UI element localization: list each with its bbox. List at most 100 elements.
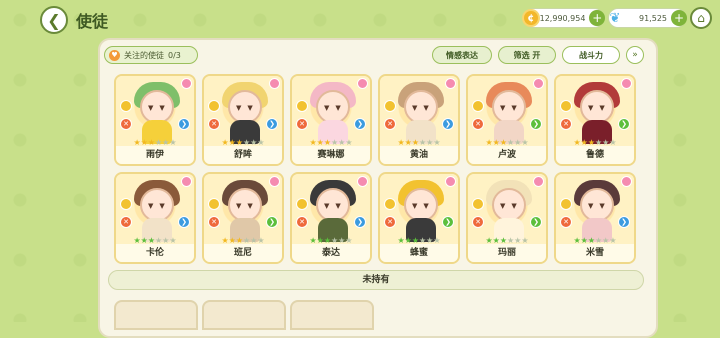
wing-gem-icon: ❦ — [609, 10, 621, 26]
character-card[interactable]: ▼▼ ✕ ❯ ★★★★★★ 舒眸 — [202, 74, 284, 166]
character-name: 卢波 — [468, 146, 546, 164]
element-icon: ❯ — [178, 118, 190, 130]
character-eyes: ▼▼ — [236, 104, 259, 112]
favorite-flower-icon[interactable] — [181, 176, 192, 187]
favorite-flower-icon[interactable] — [357, 176, 368, 187]
class-badge-icon — [296, 198, 308, 210]
follow-count: 0/3 — [168, 50, 181, 60]
class-badge-icon — [472, 198, 484, 210]
favorite-flower-icon[interactable] — [533, 78, 544, 89]
coin-icon: ¢ — [522, 9, 540, 27]
follow-label: 关注的使徒 — [124, 50, 164, 60]
element-icon: ❯ — [618, 216, 630, 228]
element-icon: ❯ — [266, 118, 278, 130]
back-button[interactable]: ❮ — [40, 6, 68, 34]
unowned-section-header[interactable]: 未持有 — [108, 270, 644, 290]
character-card[interactable]: ▼▼ ✕ ❯ ★★★★★★ 泰达 — [290, 172, 372, 264]
weapon-role-icon: ✕ — [296, 216, 308, 228]
weapon-role-icon: ✕ — [560, 216, 572, 228]
heart-icon: ♥ — [109, 49, 120, 61]
chevron-left-icon: ❮ — [47, 10, 61, 30]
class-badge-icon — [384, 100, 396, 112]
add-gold-button[interactable]: + — [589, 10, 605, 26]
element-icon: ❯ — [266, 216, 278, 228]
double-chevron-down-icon: » — [632, 50, 638, 60]
character-name: 玛丽 — [468, 244, 546, 262]
character-name: 鲁德 — [556, 146, 634, 164]
character-card[interactable]: ▼▼ ✕ ❯ ★★★★★★ 黄油 — [378, 74, 460, 166]
favorite-flower-icon[interactable] — [621, 176, 632, 187]
character-card[interactable]: ▼▼ ✕ ❯ ★★★★★★ 鲁德 — [554, 74, 636, 166]
class-badge-icon — [208, 100, 220, 112]
character-eyes: ▼▼ — [324, 202, 347, 210]
sort-order-button[interactable]: » — [626, 46, 644, 64]
character-eyes: ▼▼ — [412, 104, 435, 112]
followed-apostles-toggle[interactable]: ♥ 关注的使徒 0/3 — [104, 46, 198, 64]
class-badge-icon — [560, 100, 572, 112]
element-icon: ❯ — [178, 216, 190, 228]
weapon-role-icon: ✕ — [120, 118, 132, 130]
character-name: 赛琳娜 — [292, 146, 370, 164]
character-card[interactable]: ▼▼ ✕ ❯ ★★★★★★ 班尼 — [202, 172, 284, 264]
character-name: 米雪 — [556, 244, 634, 262]
character-name: 卡伦 — [116, 244, 194, 262]
class-badge-icon — [560, 198, 572, 210]
gold-currency: ¢ 12,990,954 + — [522, 8, 605, 28]
favorite-flower-icon[interactable] — [533, 176, 544, 187]
character-card[interactable]: ▼▼ ✕ ❯ ★★★★★★ 卡伦 — [114, 172, 196, 264]
favorite-flower-icon[interactable] — [621, 78, 632, 89]
favorite-flower-icon[interactable] — [445, 176, 456, 187]
element-icon: ❯ — [354, 118, 366, 130]
character-name: 舒眸 — [204, 146, 282, 164]
filter-button[interactable]: 筛选 开 — [498, 46, 556, 64]
character-name: 黄油 — [380, 146, 458, 164]
character-eyes: ▼▼ — [588, 202, 611, 210]
add-gem-button[interactable]: + — [671, 10, 687, 26]
element-icon: ❯ — [530, 118, 542, 130]
class-badge-icon — [384, 198, 396, 210]
gem-amount: 91,525 — [639, 13, 667, 23]
class-badge-icon — [472, 100, 484, 112]
favorite-flower-icon[interactable] — [181, 78, 192, 89]
favorite-flower-icon[interactable] — [269, 78, 280, 89]
weapon-role-icon: ✕ — [560, 118, 572, 130]
character-name: 班尼 — [204, 244, 282, 262]
character-card[interactable]: ▼▼ ✕ ❯ ★★★★★★ 玛丽 — [466, 172, 548, 264]
character-card[interactable]: ▼▼ ✕ ❯ ★★★★★★ 卢波 — [466, 74, 548, 166]
weapon-role-icon: ✕ — [120, 216, 132, 228]
element-icon: ❯ — [442, 216, 454, 228]
class-badge-icon — [120, 198, 132, 210]
unowned-card[interactable] — [290, 300, 374, 330]
character-eyes: ▼▼ — [588, 104, 611, 112]
character-card[interactable]: ▼▼ ✕ ❯ ★★★★★★ 米雪 — [554, 172, 636, 264]
weapon-role-icon: ✕ — [472, 216, 484, 228]
class-badge-icon — [120, 100, 132, 112]
unowned-card[interactable] — [202, 300, 286, 330]
character-eyes: ▼▼ — [500, 104, 523, 112]
character-card[interactable]: ▼▼ ✕ ❯ ★★★★★★ 蜂蜜 — [378, 172, 460, 264]
character-name: 泰达 — [292, 244, 370, 262]
favorite-flower-icon[interactable] — [357, 78, 368, 89]
unowned-card[interactable] — [114, 300, 198, 330]
character-eyes: ▼▼ — [148, 104, 171, 112]
element-icon: ❯ — [354, 216, 366, 228]
emote-button[interactable]: 情感表达 — [432, 46, 492, 64]
page-title: 使徒 — [76, 12, 109, 31]
favorite-flower-icon[interactable] — [445, 78, 456, 89]
character-name: 蜂蜜 — [380, 244, 458, 262]
weapon-role-icon: ✕ — [296, 118, 308, 130]
gem-currency: ❦ 91,525 + — [608, 8, 687, 28]
character-eyes: ▼▼ — [500, 202, 523, 210]
weapon-role-icon: ✕ — [384, 118, 396, 130]
element-icon: ❯ — [530, 216, 542, 228]
home-button[interactable]: ⌂ — [690, 7, 712, 29]
sort-by-power-button[interactable]: 战斗力 — [562, 46, 620, 64]
character-eyes: ▼▼ — [236, 202, 259, 210]
character-name: 雨伊 — [116, 146, 194, 164]
class-badge-icon — [208, 198, 220, 210]
weapon-role-icon: ✕ — [384, 216, 396, 228]
favorite-flower-icon[interactable] — [269, 176, 280, 187]
class-badge-icon — [296, 100, 308, 112]
character-card[interactable]: ▼▼ ✕ ❯ ★★★★★★ 雨伊 — [114, 74, 196, 166]
character-card[interactable]: ▼▼ ✕ ❯ ★★★★★★ 赛琳娜 — [290, 74, 372, 166]
